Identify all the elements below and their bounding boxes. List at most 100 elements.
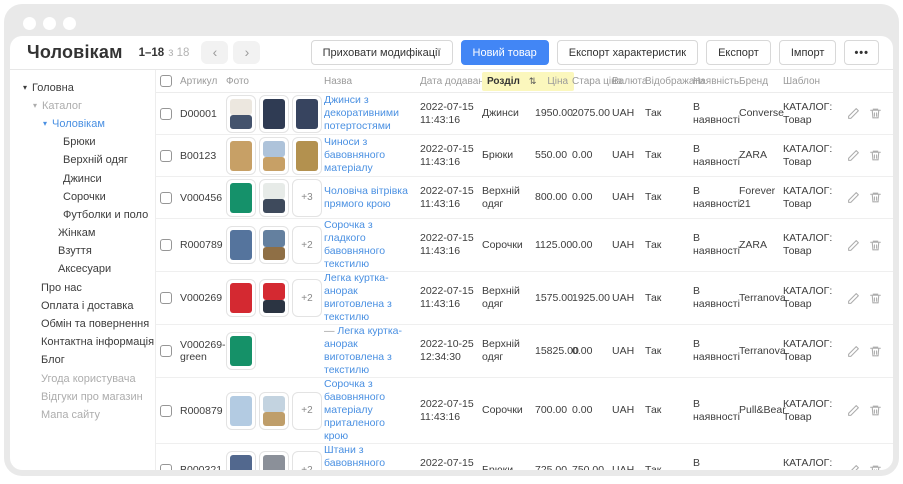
sidebar-item[interactable]: Відгуки про магазин xyxy=(10,388,155,406)
col-sku[interactable]: Артикул xyxy=(176,76,222,87)
sidebar-item[interactable]: Жінкам xyxy=(10,225,155,243)
select-all-checkbox[interactable] xyxy=(160,75,172,87)
sidebar-item[interactable]: Блог xyxy=(10,352,155,370)
edit-icon[interactable] xyxy=(847,404,860,417)
sidebar-item[interactable]: ▾ Каталог xyxy=(10,97,155,115)
sidebar-item[interactable]: Мапа сайту xyxy=(10,406,155,424)
sidebar-item[interactable]: Джинси xyxy=(10,170,155,188)
col-photo[interactable]: Фото xyxy=(222,76,320,87)
window-dot[interactable] xyxy=(63,17,76,30)
col-section-sorted[interactable]: Розділ ⇅ Ціна xyxy=(482,72,574,91)
col-date[interactable]: Дата додавання xyxy=(416,76,478,87)
col-name[interactable]: Назва xyxy=(320,76,416,87)
sidebar-item[interactable]: Аксесуари xyxy=(10,261,155,279)
product-availability: В наявності xyxy=(689,101,735,127)
delete-icon[interactable] xyxy=(869,345,882,358)
row-checkbox[interactable] xyxy=(160,464,172,470)
product-name-link[interactable]: Легка куртка-анорак виготовлена з тексти… xyxy=(324,272,392,323)
col-brand[interactable]: Бренд xyxy=(735,76,779,87)
delete-icon[interactable] xyxy=(869,191,882,204)
export-button[interactable]: Експорт xyxy=(706,40,771,65)
edit-icon[interactable] xyxy=(847,149,860,162)
chevron-down-icon: ▾ xyxy=(33,99,37,112)
product-name-link[interactable]: Штани з бавовняного матеріалу прямого кр… xyxy=(324,444,391,470)
product-template: КАТАЛОГ: Товар xyxy=(779,232,843,258)
export-characteristics-button[interactable]: Експорт характеристик xyxy=(557,40,698,65)
col-availability[interactable]: Наявність xyxy=(689,76,735,87)
sidebar-nav: ▾ Головна ▾ Каталог ▾ Чоловікам Брюки Ве… xyxy=(10,70,156,470)
edit-icon[interactable] xyxy=(847,191,860,204)
more-photos-badge[interactable]: +2 xyxy=(292,226,322,264)
sidebar-item[interactable]: ▾ Чоловікам xyxy=(10,115,155,133)
sidebar-item[interactable]: Футболки и поло xyxy=(10,206,155,224)
delete-icon[interactable] xyxy=(869,292,882,305)
window-dot[interactable] xyxy=(23,17,36,30)
table-row: V000269-green — Легка куртка-анорак виго… xyxy=(156,325,893,378)
product-old-price: 0.00 xyxy=(568,239,608,252)
product-name-link[interactable]: Сорочка з гладкого бавовняного текстилю xyxy=(324,219,385,270)
sidebar-item[interactable]: Верхній одяг xyxy=(10,152,155,170)
browser-window: Чоловікам 1–18 з 18 ‹ › Приховати модифі… xyxy=(4,4,899,476)
col-template[interactable]: Шаблон xyxy=(779,76,843,87)
col-price[interactable]: Ціна xyxy=(547,76,568,87)
product-brand: Converse xyxy=(735,107,779,120)
sidebar-item[interactable]: Про нас xyxy=(10,279,155,297)
delete-icon[interactable] xyxy=(869,149,882,162)
more-actions-button[interactable]: ••• xyxy=(844,40,879,65)
sidebar-item[interactable]: Угода користувача xyxy=(10,370,155,388)
product-name-link[interactable]: Чоловіча вітрівка прямого крою xyxy=(324,185,408,210)
product-name-link[interactable]: Сорочка з бавовняного матеріалу притален… xyxy=(324,378,385,442)
product-price: 1575.00 xyxy=(531,292,568,305)
more-photos-badge[interactable]: +2 xyxy=(292,451,322,470)
hide-modifications-button[interactable]: Приховати модифікації xyxy=(311,40,453,65)
delete-icon[interactable] xyxy=(869,464,882,471)
sidebar-item[interactable]: Обмін та повернення xyxy=(10,315,155,333)
product-section: Верхній одяг xyxy=(478,338,531,364)
row-checkbox[interactable] xyxy=(160,192,172,204)
col-display[interactable]: Відображати xyxy=(641,76,689,87)
row-checkbox[interactable] xyxy=(160,292,172,304)
delete-icon[interactable] xyxy=(869,107,882,120)
sidebar-item[interactable]: ▾ Головна xyxy=(10,79,155,97)
variant-dash: — xyxy=(324,325,337,337)
product-template: КАТАЛОГ: Товар xyxy=(779,285,843,311)
product-old-price: 2075.00 xyxy=(568,107,608,120)
row-checkbox[interactable] xyxy=(160,405,172,417)
import-button[interactable]: Імпорт xyxy=(779,40,837,65)
next-page-button[interactable]: › xyxy=(233,41,260,64)
sidebar-item[interactable]: Взуття xyxy=(10,243,155,261)
sidebar-item[interactable]: Контактна інформація xyxy=(10,334,155,352)
prev-page-button[interactable]: ‹ xyxy=(201,41,228,64)
row-checkbox[interactable] xyxy=(160,239,172,251)
new-product-button[interactable]: Новий товар xyxy=(461,40,549,65)
delete-icon[interactable] xyxy=(869,404,882,417)
product-currency: UAH xyxy=(608,404,641,417)
row-checkbox[interactable] xyxy=(160,108,172,120)
col-old-price[interactable]: Стара ціна xyxy=(568,76,608,87)
product-photo xyxy=(292,95,322,133)
delete-icon[interactable] xyxy=(869,239,882,252)
edit-icon[interactable] xyxy=(847,464,860,471)
row-checkbox[interactable] xyxy=(160,345,172,357)
sidebar-item[interactable]: Сорочки xyxy=(10,188,155,206)
product-price: 800.00 xyxy=(531,191,568,204)
edit-icon[interactable] xyxy=(847,107,860,120)
row-checkbox[interactable] xyxy=(160,150,172,162)
product-name-link[interactable]: Джинси з декоративними потертостями xyxy=(324,94,399,132)
window-dot[interactable] xyxy=(43,17,56,30)
edit-icon[interactable] xyxy=(847,345,860,358)
product-name-link[interactable]: Чиноси з бавовняного матеріалу xyxy=(324,136,385,174)
more-photos-badge[interactable]: +2 xyxy=(292,279,322,317)
product-brand: Forever 21 xyxy=(735,185,779,211)
more-photos-badge[interactable]: +3 xyxy=(292,179,322,217)
product-price: 725.00 xyxy=(531,464,568,471)
sort-icon[interactable]: ⇅ xyxy=(529,76,537,87)
sidebar-item[interactable]: Оплата і доставка xyxy=(10,297,155,315)
col-currency[interactable]: Валюта xyxy=(608,76,641,87)
product-currency: UAH xyxy=(608,191,641,204)
product-availability: В наявності xyxy=(689,232,735,258)
sidebar-item[interactable]: Брюки xyxy=(10,134,155,152)
edit-icon[interactable] xyxy=(847,292,860,305)
edit-icon[interactable] xyxy=(847,239,860,252)
more-photos-badge[interactable]: +2 xyxy=(292,392,322,430)
